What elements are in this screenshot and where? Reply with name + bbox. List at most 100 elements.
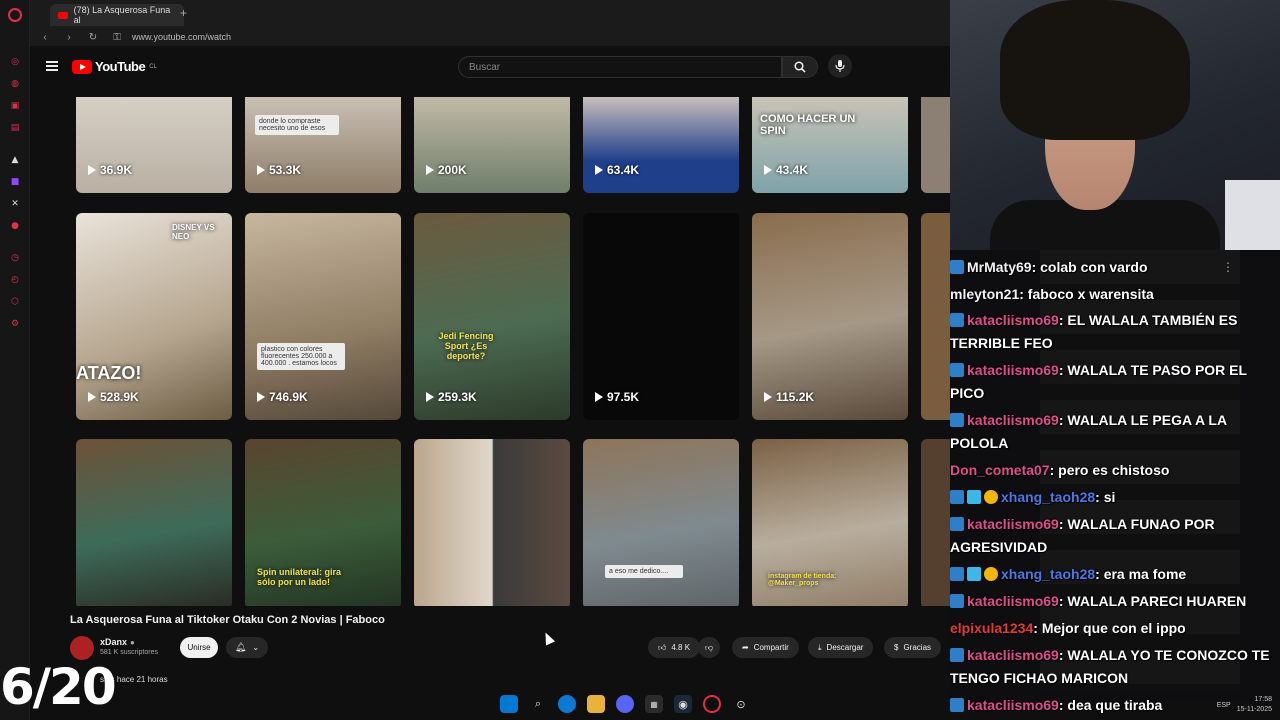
file-explorer-icon[interactable]: [587, 695, 605, 713]
steam-icon[interactable]: ◉: [674, 695, 692, 713]
verified-icon: ●: [130, 637, 135, 647]
menu-icon[interactable]: [46, 61, 58, 71]
short-thumbnail[interactable]: [414, 439, 570, 606]
chat-message: elpixula1234: Mejor que con el ippo: [950, 617, 1280, 640]
short-thumbnail[interactable]: [921, 97, 950, 193]
search-input[interactable]: Buscar: [458, 56, 782, 78]
chat-username[interactable]: katacliismo69: [967, 412, 1059, 428]
short-thumbnail[interactable]: DISNEY VS NEO ATAZO! 528.9K: [76, 213, 232, 420]
short-thumbnail[interactable]: a eso me dedico....: [583, 439, 739, 606]
forward-icon[interactable]: ›: [60, 32, 78, 43]
download-button[interactable]: ⤓ Descargar: [808, 637, 874, 658]
reload-icon[interactable]: ↻: [84, 32, 102, 43]
short-thumbnail[interactable]: [921, 439, 950, 606]
discord-icon[interactable]: [616, 695, 634, 713]
notification-button[interactable]: 🔔︎ ⌄: [226, 637, 268, 658]
history-icon[interactable]: ◷: [9, 252, 21, 264]
play-icon: [257, 165, 265, 175]
short-thumbnail[interactable]: [921, 213, 950, 420]
opera-logo-icon[interactable]: [8, 8, 22, 22]
overlay-counter: 6/20: [0, 658, 117, 716]
chevron-down-icon: ⌄: [252, 643, 260, 652]
chat-username[interactable]: xhang_taoh28: [1001, 566, 1095, 582]
avatar[interactable]: [70, 636, 94, 660]
short-thumbnail[interactable]: donde lo compraste necesito uno de esos …: [245, 97, 401, 193]
short-thumbnail[interactable]: COMO HACER UN SPIN 43.4K: [752, 97, 908, 193]
bookmark-icon[interactable]: ▲: [9, 154, 21, 166]
chat-username[interactable]: katacliismo69: [967, 593, 1059, 609]
chat-username[interactable]: katacliismo69: [967, 362, 1059, 378]
view-count: 259.3K: [426, 390, 477, 404]
search-button[interactable]: [782, 56, 818, 78]
channel-name[interactable]: xDanx ●: [100, 637, 135, 647]
short-thumbnail[interactable]: 97.5K: [583, 213, 739, 420]
aria-icon[interactable]: ◎: [9, 56, 21, 68]
voice-search-button[interactable]: [828, 54, 852, 78]
chat-username[interactable]: elpixula1234: [950, 620, 1033, 636]
x-icon[interactable]: ✕: [9, 198, 21, 210]
short-thumbnail[interactable]: 200K: [414, 97, 570, 193]
twitch-icon[interactable]: ■: [9, 176, 21, 188]
obs-icon[interactable]: ⊙: [732, 695, 750, 713]
settings-icon[interactable]: ⚙: [9, 318, 21, 330]
windows-start-icon[interactable]: [500, 695, 518, 713]
taskbar: ⌕ ▦ ◉ ⊙: [500, 692, 790, 716]
short-thumbnail[interactable]: [76, 439, 232, 606]
download-label: Descargar: [826, 643, 864, 652]
extension-icon[interactable]: ●: [9, 220, 21, 232]
short-thumbnail[interactable]: Spin unilateral: gira sólo por un lado!: [245, 439, 401, 606]
chat-text: : colab con vardo: [1031, 259, 1148, 275]
edge-icon[interactable]: [558, 695, 576, 713]
thanks-button[interactable]: $ Gracias: [884, 637, 942, 658]
chat-username[interactable]: Don_cometa07: [950, 462, 1050, 478]
player-icon[interactable]: ▣: [9, 100, 21, 112]
cube-icon[interactable]: ⬡: [9, 296, 21, 308]
short-thumbnail[interactable]: plastico con colores fluorecentes 250.00…: [245, 213, 401, 420]
tab-youtube[interactable]: (78) La Asquerosa Funa al: [50, 4, 184, 26]
chat-username[interactable]: xhang_taoh28: [1001, 489, 1095, 505]
title-overlay: instagram de tienda: @Maker_props: [768, 573, 837, 587]
short-thumbnail[interactable]: 115.2K: [752, 213, 908, 420]
chat-username[interactable]: katacliismo69: [967, 516, 1059, 532]
view-count: 200K: [426, 163, 467, 177]
youtube-logo[interactable]: YouTube CL: [72, 59, 157, 74]
wallet-icon[interactable]: ▤: [9, 122, 21, 134]
gold-badge-icon: [984, 490, 998, 504]
chat-username[interactable]: mleyton21: [950, 286, 1019, 302]
back-icon[interactable]: ‹: [36, 32, 54, 43]
chat-username[interactable]: katacliismo69: [967, 647, 1059, 663]
chat-text: : dea que tiraba: [1058, 697, 1163, 713]
chat-username[interactable]: MrMaty69: [967, 259, 1032, 275]
chat-message: katacliismo69: EL WALALA TAMBIÉN ES TERR…: [950, 309, 1280, 355]
chat-username[interactable]: katacliismo69: [967, 697, 1059, 713]
streamer-hair: [1000, 0, 1190, 140]
view-count: 43.4K: [764, 163, 808, 177]
search-taskbar-icon[interactable]: ⌕: [529, 695, 547, 713]
sub-badge-icon: [950, 567, 964, 581]
app-icon[interactable]: ▦: [645, 695, 663, 713]
sub-badge-icon: [950, 413, 964, 427]
play-icon: [426, 165, 434, 175]
title-overlay: Spin unilateral: gira sólo por un lado!: [257, 567, 342, 587]
title-overlay: ATAZO!: [76, 363, 142, 383]
short-thumbnail[interactable]: 63.4K: [583, 97, 739, 193]
short-thumbnail[interactable]: Jedi Fencing Sport ¿Es deporte? 259.3K: [414, 213, 570, 420]
comment-overlay: plastico con colores fluorecentes 250.00…: [257, 343, 345, 370]
video-title: La Asquerosa Funa al Tiktoker Otaku Con …: [70, 614, 385, 626]
dislike-button[interactable]: 👎︎: [698, 637, 721, 658]
chat-username[interactable]: katacliismo69: [967, 312, 1059, 328]
new-tab-button[interactable]: +: [180, 6, 187, 20]
system-tray: ESP 17:58 15-11-2025: [1150, 693, 1280, 717]
opera-taskbar-icon[interactable]: [703, 695, 721, 713]
chat-message: katacliismo69: WALALA YO TE CONOZCO TE T…: [950, 644, 1280, 690]
clock[interactable]: 17:58 15-11-2025: [1237, 695, 1272, 715]
short-thumbnail[interactable]: instagram de tienda: @Maker_props: [752, 439, 908, 606]
short-thumbnail[interactable]: 36.9K: [76, 97, 232, 193]
clock-icon[interactable]: ◴: [9, 274, 21, 286]
join-button[interactable]: Unirse: [180, 637, 218, 658]
url-text[interactable]: www.youtube.com/watch: [132, 32, 231, 42]
share-button[interactable]: ➦ Compartir: [732, 637, 799, 658]
messenger-icon[interactable]: ◍: [9, 78, 21, 90]
like-button[interactable]: 👍︎ 4.8 K: [648, 637, 701, 658]
language-indicator[interactable]: ESP: [1217, 702, 1231, 709]
